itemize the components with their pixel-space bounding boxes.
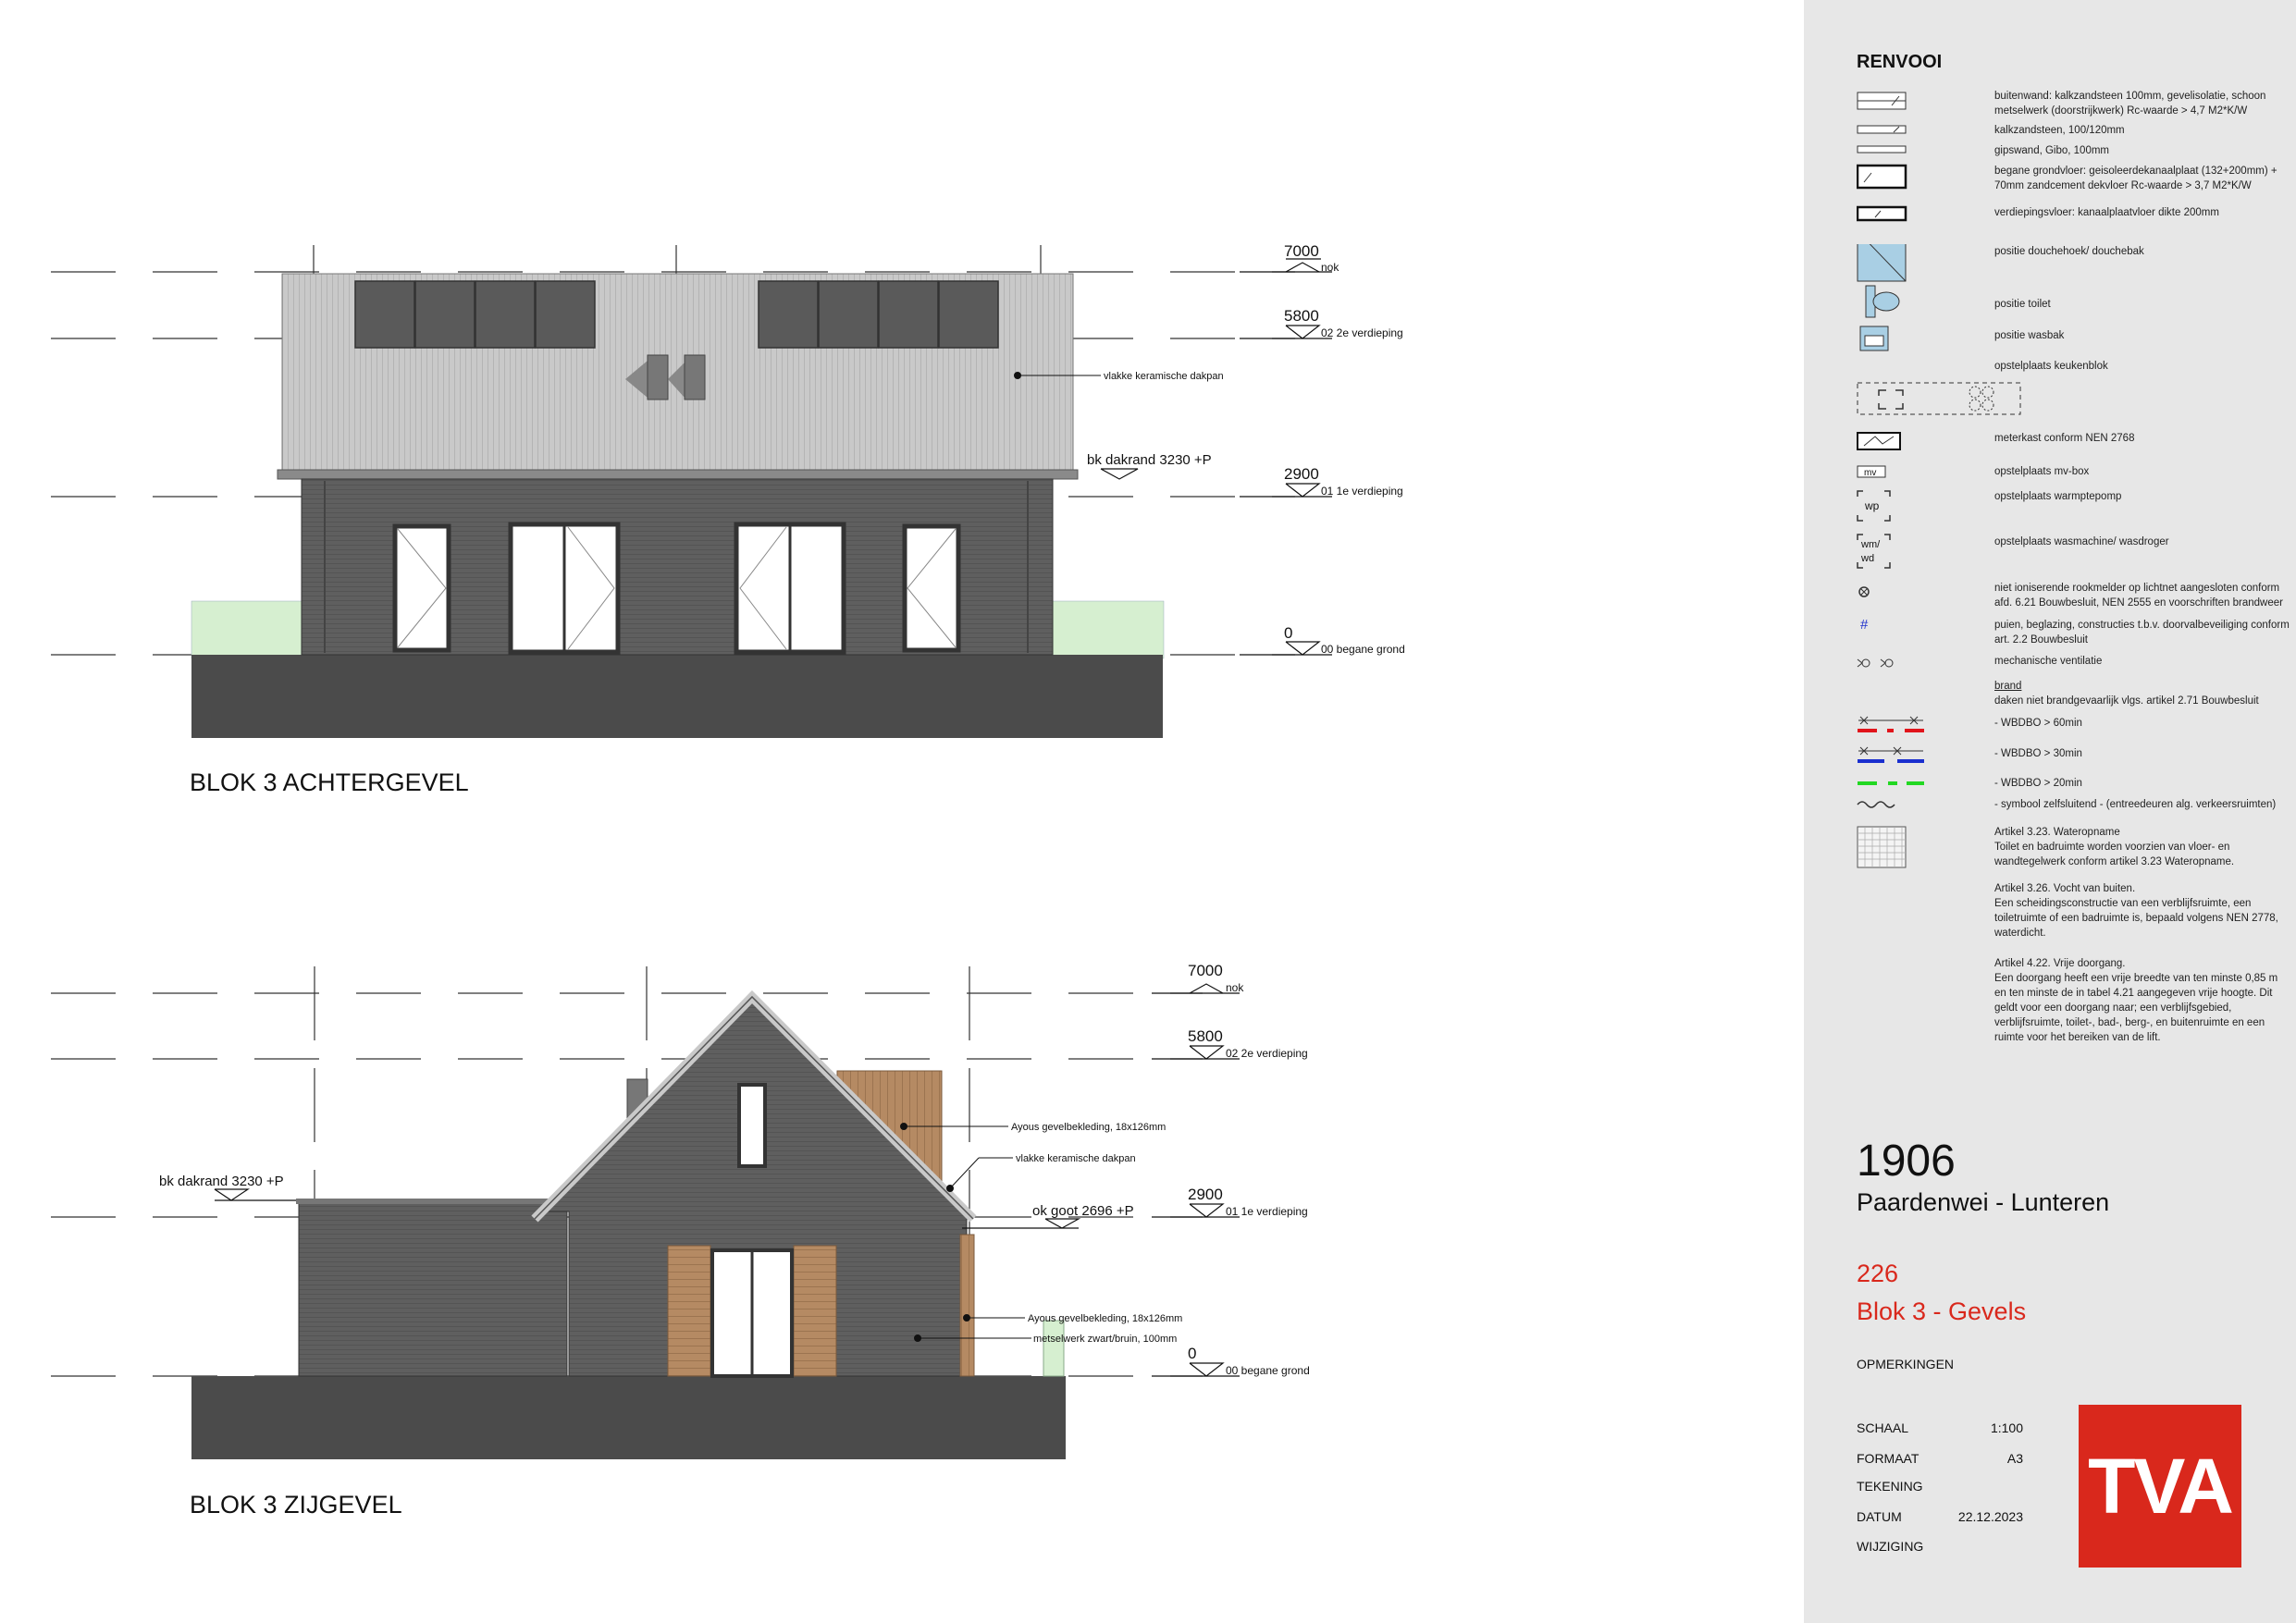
- side-level-value-nok: 7000: [1188, 962, 1223, 979]
- cladding-lower-annotation: Ayous gevelbekleding, 18x126mm: [1028, 1313, 1182, 1324]
- ground-side: [191, 1376, 1066, 1459]
- svg-text:wd: wd: [1860, 553, 1874, 564]
- level-label-2e: 02 2e verdieping: [1321, 326, 1403, 339]
- eave-annotation: bk dakrand 3230 +P: [1087, 452, 1212, 468]
- cladding-upper-annotation: Ayous gevelbekleding, 18x126mm: [1011, 1122, 1166, 1133]
- grass-left: [191, 600, 303, 659]
- remarks-label: OPMERKINGEN: [1857, 1357, 1955, 1371]
- title-panel: RENVOOI buitenwand: kalkzandsteen 100mm,…: [1804, 0, 2296, 1623]
- ground-floor-symbol-icon: [1857, 164, 1907, 190]
- side-level-label-2e: 02 2e verdieping: [1226, 1047, 1308, 1060]
- elevations-drawing: 7000 5800 2900 0 nok 02 2e verdieping 01…: [51, 242, 1405, 1518]
- meter-cabinet-icon: [1857, 432, 1901, 450]
- gable-window: [737, 1083, 767, 1168]
- level-label-nok: nok: [1321, 261, 1339, 274]
- level-value-2e: 5800: [1284, 307, 1319, 325]
- side-level-label-0: 00 begane grond: [1226, 1364, 1310, 1377]
- kitchen-block-icon: [1857, 382, 2021, 415]
- side-level-value-0: 0: [1188, 1345, 1196, 1362]
- side-level-label-1e: 01 1e verdieping: [1226, 1205, 1308, 1218]
- project-name: Paardenwei - Lunteren: [1857, 1188, 2110, 1216]
- sheet-title: Blok 3 - Gevels: [1857, 1297, 2027, 1325]
- zijgevel-elevation: 7000 5800 2900 0 nok 02 2e verdieping 01…: [51, 962, 1310, 1518]
- project-number: 1906: [1857, 1137, 1956, 1186]
- achtergevel-elevation: 7000 5800 2900 0 nok 02 2e verdieping 01…: [51, 242, 1405, 796]
- eave-left-annotation: bk dakrand 3230 +P: [159, 1174, 284, 1189]
- hash-icon: #: [1860, 617, 1869, 633]
- grass-side: [1043, 1320, 1065, 1377]
- ground: [191, 655, 1163, 738]
- level-values-side: 7000 5800 2900 0: [1188, 962, 1223, 1362]
- level-labels-side: nok 02 2e verdieping 01 1e verdieping 00…: [1226, 981, 1310, 1377]
- svg-text:mv: mv: [1864, 468, 1876, 478]
- ventilation-icon: [1857, 658, 1894, 668]
- sheet-number: 226: [1857, 1260, 1899, 1287]
- smoke-detector-icon: [1858, 586, 1870, 597]
- zijgevel-title: BLOK 3 ZIJGEVEL: [190, 1491, 402, 1518]
- drawing-sheet: 7000 5800 2900 0 nok 02 2e verdieping 01…: [0, 0, 2296, 1623]
- svg-text:wp: wp: [1864, 499, 1880, 512]
- roof-annotation: vlakke keramische dakpan: [1104, 371, 1224, 382]
- washbasin-icon: [1859, 326, 1889, 351]
- achtergevel-title: BLOK 3 ACHTERGEVEL: [190, 768, 469, 796]
- side-annotations: Ayous gevelbekleding, 18x126mm vlakke ke…: [1011, 1122, 1182, 1345]
- level-value-nok: 7000: [1284, 242, 1319, 260]
- grass-right: [1052, 600, 1165, 659]
- washing-machine-icon: wm/wd: [1857, 534, 1891, 569]
- side-level-value-2e: 5800: [1188, 1027, 1223, 1045]
- level-labels: nok 02 2e verdieping 01 1e verdieping 00…: [1321, 261, 1405, 656]
- upper-floor-symbol-icon: [1857, 205, 1907, 222]
- shutter-left: [667, 1245, 711, 1377]
- eave: [277, 469, 1079, 480]
- shutter-right: [793, 1245, 837, 1377]
- legend-title: RENVOOI: [1857, 52, 1943, 72]
- toilet-icon: [1865, 285, 1900, 318]
- level-label-0: 00 begane grond: [1321, 643, 1405, 656]
- level-value-0: 0: [1284, 624, 1292, 642]
- solar-panels-right: [758, 280, 999, 349]
- side-level-value-1e: 2900: [1188, 1186, 1223, 1203]
- tile-grid-icon: [1857, 826, 1907, 868]
- low-volume-wall: [298, 1201, 568, 1377]
- wall-symbol-icon: [1857, 92, 1907, 110]
- roof-annotation-side: vlakke keramische dakpan: [1016, 1153, 1136, 1164]
- svg-text:wm/: wm/: [1860, 539, 1881, 550]
- heat-pump-icon: wp: [1857, 490, 1891, 522]
- tva-logo: TVA: [2079, 1405, 2241, 1568]
- level-value-1e: 2900: [1284, 465, 1319, 483]
- solar-panels-left: [354, 280, 596, 349]
- brick-annotation: metselwerk zwart/bruin, 100mm: [1033, 1334, 1177, 1345]
- gutter-annotation: ok goot 2696 +P: [1032, 1203, 1134, 1219]
- level-values: 7000 5800 2900 0: [1284, 242, 1319, 642]
- level-label-1e: 01 1e verdieping: [1321, 485, 1403, 498]
- side-level-label-nok: nok: [1226, 981, 1244, 994]
